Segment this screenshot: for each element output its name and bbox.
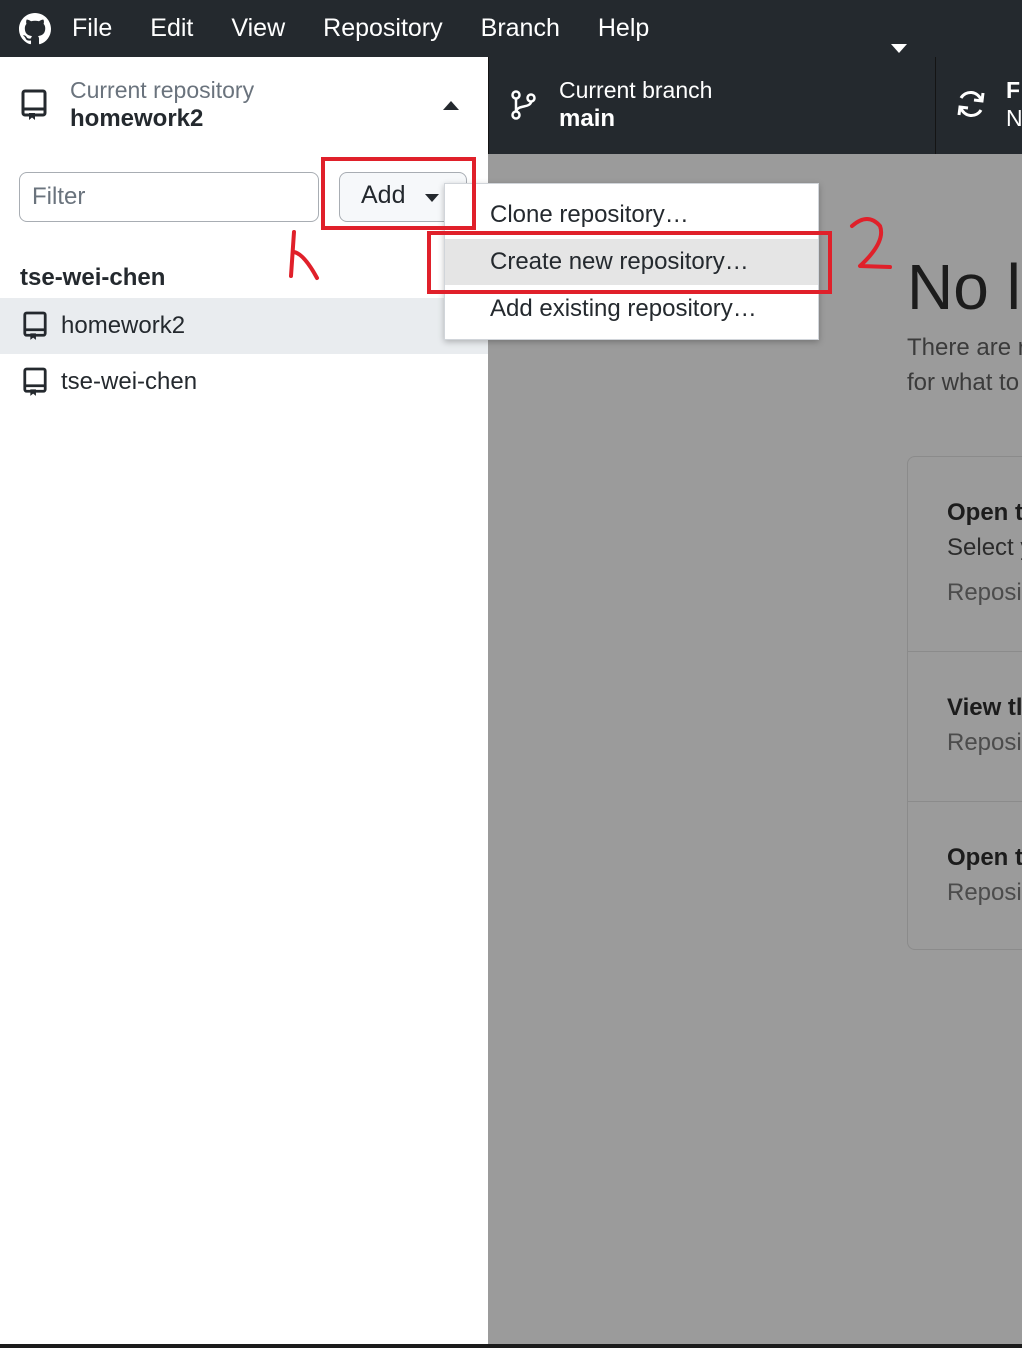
action-hint: Reposi [947,579,1022,606]
annotation-number-1 [289,230,319,280]
toolbar: Current repository homework2 Current bra… [0,57,1022,154]
fetch-origin-status: N [1006,105,1022,131]
repo-icon [22,367,48,397]
branch-icon [509,89,539,121]
repository-list-item[interactable]: homework2 [0,298,488,354]
menu-item-label: Add existing repository… [490,295,757,322]
action-text: Select y [947,534,1022,561]
current-repository-button[interactable]: Current repository homework2 [0,57,488,154]
repository-name: homework2 [61,312,186,339]
menu-help[interactable]: Help [598,14,649,43]
current-branch-name: main [559,105,616,132]
current-branch-label: Current branch [559,77,713,103]
fetch-origin-label: F [1006,77,1021,103]
description-line: There are r [907,334,1022,361]
action-section[interactable]: View tl Reposi [908,651,1022,801]
current-repository-label: Current repository [70,77,255,103]
action-hint: Reposi [947,729,1022,756]
annotation-number-2 [850,217,892,269]
menu-bar: File Edit View Repository Branch Help [0,0,1022,57]
current-repository-name: homework2 [70,105,204,132]
menu-view[interactable]: View [231,14,285,43]
fetch-origin-button[interactable]: F N [935,57,1022,154]
repository-name: tse-wei-chen [61,368,198,395]
action-title: Open t [947,499,1022,526]
sync-icon [954,87,990,123]
repo-icon [20,89,50,121]
window-bottom-border [0,1344,1022,1348]
repository-list-panel: Add tse-wei-chen homework2 tse-wei-chen [0,154,488,1344]
annotation-box-step1 [321,157,476,230]
caret-up-icon [443,101,459,110]
action-title: Open t [947,844,1022,871]
menu-branch[interactable]: Branch [481,14,560,43]
action-section[interactable]: Open t Reposi [908,801,1022,949]
action-hint: Reposi [947,879,1022,906]
repository-group-header: tse-wei-chen [20,264,166,291]
current-branch-button[interactable]: Current branch main [488,57,935,154]
menu-file[interactable]: File [72,14,112,43]
menu-repository[interactable]: Repository [323,14,443,43]
annotation-box-step2 [427,231,832,294]
description-line: for what to [907,369,1020,396]
repository-list-item[interactable]: tse-wei-chen [0,354,488,410]
action-title: View tl [947,694,1022,721]
chevron-down-icon [891,44,907,53]
github-logo-icon [18,12,52,46]
suggested-actions-card: Open t Select y Reposi View tl Reposi Op… [907,456,1022,950]
page-description: There are r for what to [907,330,1022,400]
filter-input[interactable] [19,172,319,222]
page-title: No l [907,251,1021,323]
menu-item-label: Clone repository… [490,201,689,228]
action-section[interactable]: Open t Select y Reposi [908,457,1022,651]
repo-icon [22,311,48,341]
menu-edit[interactable]: Edit [150,14,193,43]
